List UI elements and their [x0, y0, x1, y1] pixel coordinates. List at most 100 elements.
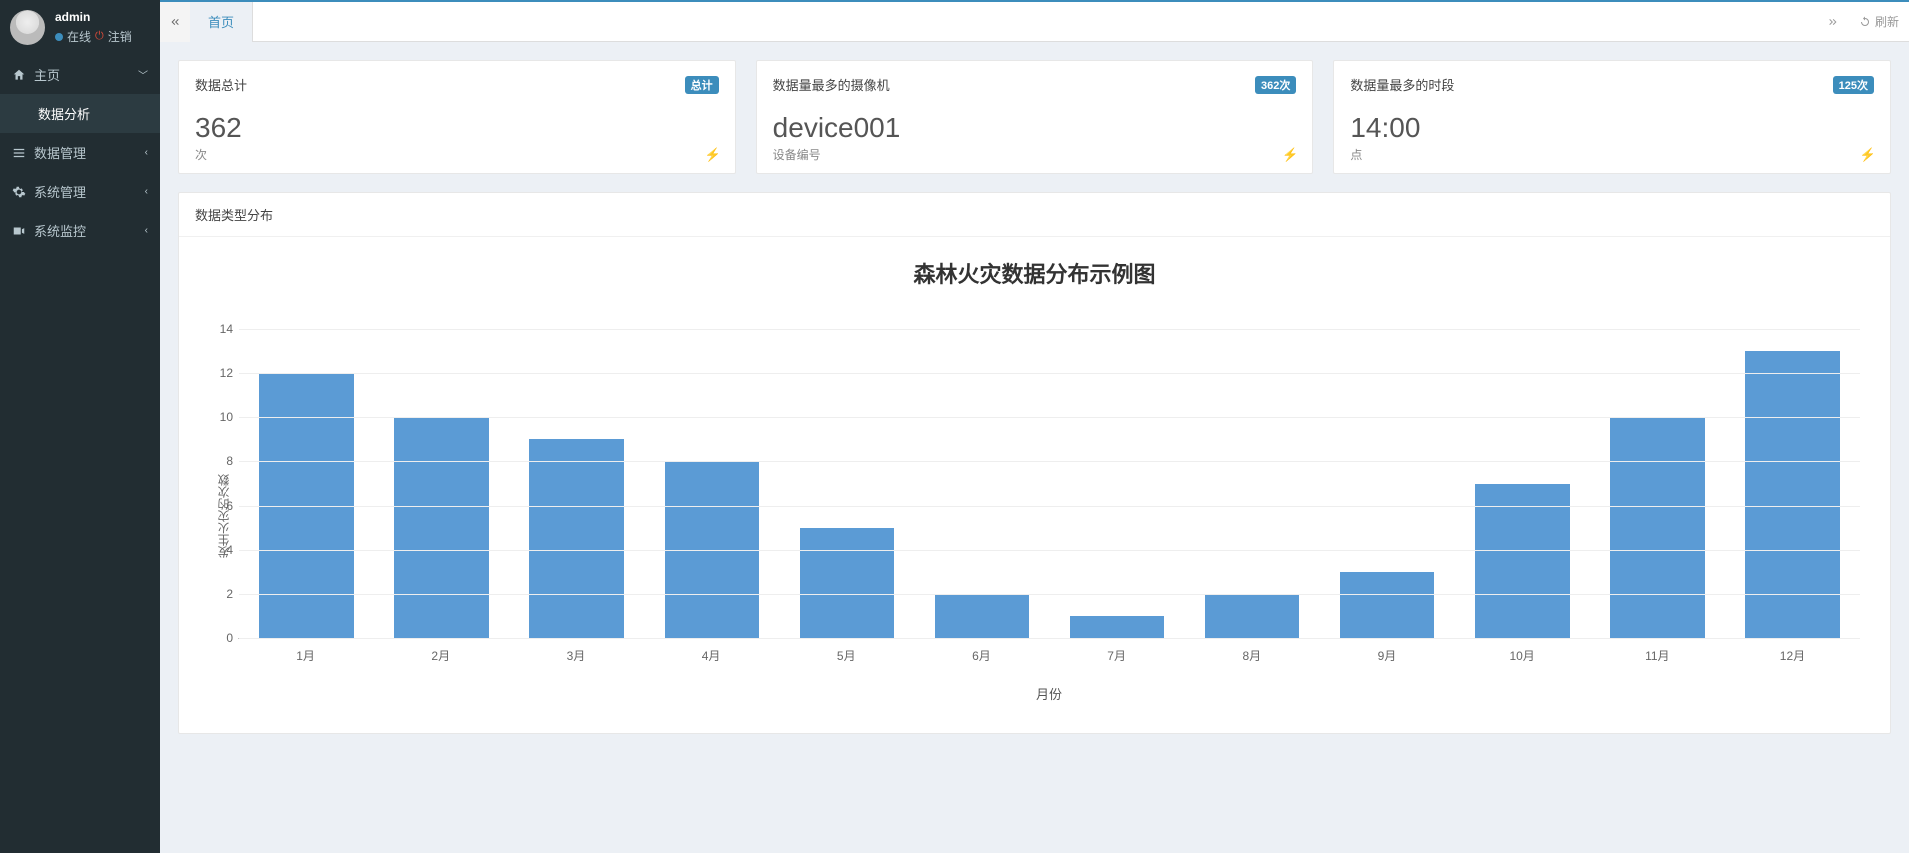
- gridline: [239, 417, 1860, 418]
- bar[interactable]: [1340, 572, 1435, 638]
- x-tick-label: 9月: [1319, 647, 1454, 664]
- logout-link[interactable]: 注销: [108, 28, 132, 45]
- card-value: 362: [195, 112, 719, 144]
- gridline: [239, 373, 1860, 374]
- sidebar-menu: 主页 ﹀ 数据分析 数据管理 ‹ 系统管理: [0, 55, 160, 250]
- content: 数据总计 总计 362 次 ⚡ 数据量最多的摄像机 362次 device001…: [160, 42, 1909, 853]
- bar-slot: [644, 329, 779, 638]
- y-tick-label: 4: [213, 543, 233, 557]
- card-top-camera: 数据量最多的摄像机 362次 device001 设备编号 ⚡: [756, 60, 1314, 174]
- x-tick-label: 8月: [1184, 647, 1319, 664]
- list-icon: [12, 146, 26, 160]
- x-tick-label: 4月: [644, 647, 779, 664]
- sidebar-item-label: 系统管理: [34, 182, 86, 201]
- x-tick-label: 1月: [238, 647, 373, 664]
- tabbar-forward-button[interactable]: [1817, 2, 1849, 42]
- x-tick-label: 3月: [508, 647, 643, 664]
- bar-slot: [509, 329, 644, 638]
- bar[interactable]: [1610, 417, 1705, 638]
- gridline: [239, 461, 1860, 462]
- sidebar-item-data-analysis[interactable]: 数据分析: [0, 94, 160, 133]
- sidebar-item-data-manage[interactable]: 数据管理 ‹: [0, 133, 160, 172]
- sidebar-item-home[interactable]: 主页 ﹀: [0, 55, 160, 94]
- x-axis-label: 月份: [238, 684, 1860, 703]
- x-tick-label: 5月: [779, 647, 914, 664]
- y-tick-label: 2: [213, 587, 233, 601]
- card-title: 数据量最多的时段: [1350, 75, 1454, 94]
- camera-icon: [12, 224, 26, 238]
- y-tick-label: 10: [213, 410, 233, 424]
- user-name: admin: [55, 10, 132, 24]
- x-tick-label: 6月: [914, 647, 1049, 664]
- x-tick-label: 2月: [373, 647, 508, 664]
- y-tick-label: 8: [213, 454, 233, 468]
- card-sub: 设备编号: [773, 146, 1297, 163]
- tab-label: 首页: [208, 12, 234, 31]
- gridline: [239, 506, 1860, 507]
- sidebar-submenu-home: 数据分析: [0, 94, 160, 133]
- bar-slot: [374, 329, 509, 638]
- bar-slot: [1725, 329, 1860, 638]
- avatar[interactable]: [10, 10, 45, 45]
- bar[interactable]: [1745, 351, 1840, 638]
- tabbar-collapse-button[interactable]: [160, 2, 190, 42]
- gridline: [239, 638, 1860, 639]
- bolt-icon: ⚡: [1282, 147, 1298, 163]
- double-chevron-right-icon: [1827, 16, 1839, 28]
- stat-cards-row: 数据总计 总计 362 次 ⚡ 数据量最多的摄像机 362次 device001…: [178, 60, 1891, 174]
- online-label: 在线: [67, 28, 91, 45]
- chart-bars: [239, 329, 1860, 638]
- bar[interactable]: [394, 417, 489, 638]
- x-tick-label: 12月: [1725, 647, 1860, 664]
- y-tick-label: 12: [213, 366, 233, 380]
- x-tick-label: 11月: [1590, 647, 1725, 664]
- card-title: 数据量最多的摄像机: [773, 75, 890, 94]
- bar-slot: [914, 329, 1049, 638]
- bar[interactable]: [529, 439, 624, 638]
- bar[interactable]: [1475, 484, 1570, 639]
- card-top-hour: 数据量最多的时段 125次 14:00 点 ⚡: [1333, 60, 1891, 174]
- chevron-left-icon: ‹: [145, 225, 148, 236]
- bar-slot: [1455, 329, 1590, 638]
- card-badge: 362次: [1255, 76, 1296, 94]
- tab-home[interactable]: 首页: [190, 2, 253, 42]
- logout-icon: ⏻: [95, 30, 104, 43]
- card-total: 数据总计 总计 362 次 ⚡: [178, 60, 736, 174]
- bar-slot: [1049, 329, 1184, 638]
- sidebar-item-label: 主页: [34, 65, 60, 84]
- sidebar-item-label: 数据分析: [38, 104, 90, 123]
- chevron-down-icon: ﹀: [138, 67, 148, 82]
- user-panel: admin 在线 ⏻ 注销: [0, 0, 160, 55]
- x-ticks: 1月2月3月4月5月6月7月8月9月10月11月12月: [238, 647, 1860, 664]
- sidebar: admin 在线 ⏻ 注销 主页 ﹀ 数据分析: [0, 0, 160, 853]
- y-tick-label: 0: [213, 631, 233, 645]
- x-tick-label: 10月: [1455, 647, 1590, 664]
- refresh-button[interactable]: 刷新: [1849, 2, 1909, 42]
- bar-slot: [1185, 329, 1320, 638]
- gridline: [239, 550, 1860, 551]
- card-badge: 125次: [1833, 76, 1874, 94]
- card-title: 数据总计: [195, 75, 247, 94]
- gridline: [239, 329, 1860, 330]
- bar[interactable]: [1205, 594, 1300, 638]
- x-tick-label: 7月: [1049, 647, 1184, 664]
- card-value: device001: [773, 112, 1297, 144]
- sidebar-item-label: 系统监控: [34, 221, 86, 240]
- chart-panel: 数据类型分布 森林火灾数据分布示例图 发生火灾的次数 02468101214 1…: [178, 192, 1891, 734]
- sidebar-item-system-monitor[interactable]: 系统监控 ‹: [0, 211, 160, 250]
- main: 首页 刷新 数据总计 总计 362 次 ⚡: [160, 0, 1909, 853]
- double-chevron-left-icon: [169, 16, 181, 28]
- sidebar-item-label: 数据管理: [34, 143, 86, 162]
- bolt-icon: ⚡: [704, 147, 720, 163]
- chart-plot: 02468101214: [238, 329, 1860, 639]
- bar[interactable]: [935, 594, 1030, 638]
- bar[interactable]: [800, 528, 895, 638]
- bar[interactable]: [1070, 616, 1165, 638]
- chart-container: 森林火灾数据分布示例图 发生火灾的次数 02468101214 1月2月3月4月…: [209, 257, 1860, 703]
- tabbar: 首页 刷新: [160, 2, 1909, 42]
- chevron-left-icon: ‹: [145, 186, 148, 197]
- chevron-left-icon: ‹: [145, 147, 148, 158]
- sidebar-item-system-manage[interactable]: 系统管理 ‹: [0, 172, 160, 211]
- gear-icon: [12, 185, 26, 199]
- bar-slot: [1590, 329, 1725, 638]
